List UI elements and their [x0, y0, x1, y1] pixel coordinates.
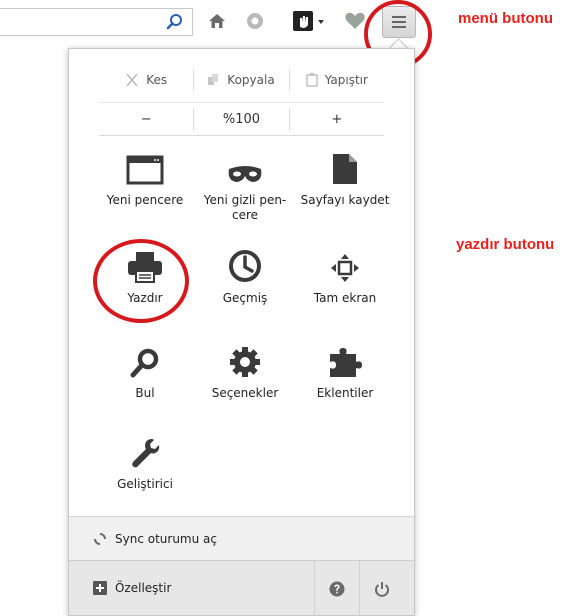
zoom-in-label: + — [331, 111, 343, 127]
home-icon[interactable] — [205, 8, 229, 34]
sync-label: Sync oturumu aç — [115, 531, 217, 546]
scissors-icon — [126, 73, 138, 87]
help-button[interactable] — [314, 561, 359, 616]
gear-icon — [230, 347, 260, 377]
history-button[interactable]: Geçmiş — [195, 243, 295, 306]
zoom-out-button[interactable]: − — [99, 108, 193, 130]
zoom-level: %100 — [222, 111, 261, 127]
zoom-reset-button[interactable]: %100 — [193, 108, 288, 130]
new-window-label: Yeni pencere — [106, 193, 184, 207]
puzzle-icon — [330, 348, 362, 377]
print-button-annotation: yazdır butonu — [456, 236, 555, 253]
sync-signin-button[interactable]: Sync oturumu aç — [69, 516, 414, 560]
help-icon — [329, 581, 345, 596]
find-label: Bul — [135, 386, 155, 400]
customize-label: Özelleştir — [115, 581, 172, 595]
zoom-in-button[interactable]: + — [288, 108, 384, 130]
paste-label: Yapıştır — [324, 73, 368, 87]
fullscreen-icon — [331, 254, 359, 282]
paste-button[interactable]: Yapıştır — [288, 69, 384, 91]
new-private-window-button[interactable]: Yeni gizli pen-cere — [195, 145, 295, 223]
url-bar[interactable] — [0, 8, 193, 36]
mask-icon — [228, 166, 262, 182]
zoom-out-label: − — [140, 111, 152, 127]
menu-button-annotation: menü butonu — [458, 10, 553, 27]
cut-button[interactable]: Kes — [99, 69, 193, 91]
clock-icon — [229, 250, 261, 282]
copy-icon — [208, 74, 219, 85]
page-icon — [333, 154, 357, 184]
copy-button[interactable]: Kopyala — [193, 69, 288, 91]
save-page-button[interactable]: Sayfayı kaydet — [295, 145, 395, 208]
developer-button[interactable]: Geliştirici — [95, 429, 195, 492]
copy-label: Kopyala — [227, 73, 275, 87]
sync-icon — [94, 532, 106, 545]
pocket-icon[interactable] — [242, 8, 268, 34]
save-page-label: Sayfayı kaydet — [300, 193, 390, 207]
print-highlight-circle — [93, 239, 189, 323]
find-button[interactable]: Bul — [95, 338, 195, 401]
search-icon[interactable] — [166, 13, 184, 31]
customize-plus-icon — [93, 581, 107, 595]
developer-label: Geliştirici — [117, 477, 173, 491]
wrench-icon — [132, 439, 160, 468]
magnifier-icon — [130, 348, 159, 378]
options-button[interactable]: Seçenekler — [195, 338, 295, 401]
footer-actions — [314, 561, 404, 616]
new-window-button[interactable]: Yeni pencere — [95, 145, 195, 208]
window-icon — [126, 155, 164, 185]
panel-footer: Özelleştir — [69, 560, 414, 616]
zoom-controls: − %100 + — [99, 102, 384, 136]
history-label: Geçmiş — [222, 291, 268, 305]
options-label: Seçenekler — [211, 386, 279, 400]
clipboard-icon — [305, 73, 318, 87]
menu-panel: Kes Kopyala Yapıştır − %100 + Yeni pence… — [68, 48, 415, 616]
edit-controls: Kes Kopyala Yapıştır — [99, 65, 384, 95]
quit-button[interactable] — [359, 561, 404, 616]
addons-label: Eklentiler — [316, 386, 374, 400]
cut-label: Kes — [146, 73, 168, 87]
new-private-window-label: Yeni gizli pen-cere — [203, 193, 287, 222]
customize-button[interactable]: Özelleştir — [93, 581, 171, 595]
fullscreen-button[interactable]: Tam ekran — [295, 243, 395, 306]
addon-icon[interactable] — [291, 8, 329, 34]
addons-button[interactable]: Eklentiler — [295, 338, 395, 401]
fullscreen-label: Tam ekran — [313, 291, 377, 305]
power-icon — [375, 581, 389, 597]
